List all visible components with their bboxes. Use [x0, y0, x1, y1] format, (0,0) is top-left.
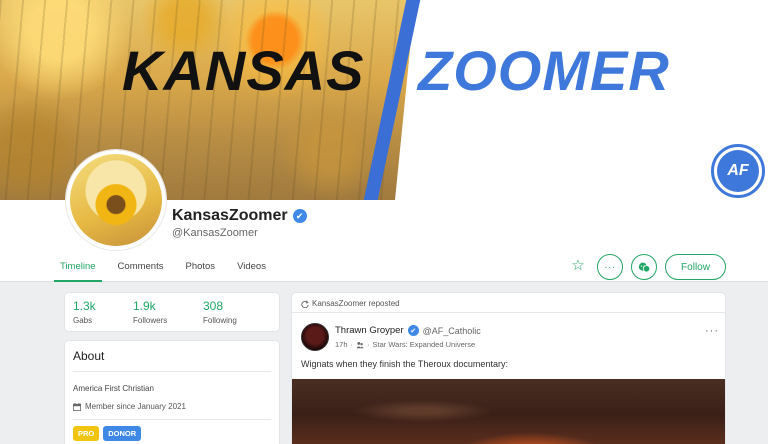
af-logo: AF: [711, 144, 765, 198]
tab-comments[interactable]: Comments: [118, 252, 164, 282]
stat-followers-label: Followers: [133, 316, 168, 325]
group-icon: [356, 341, 364, 348]
post-author: Thrawn Groyper ✔ @AF_Catholic: [335, 325, 481, 336]
repost-icon: [301, 299, 309, 308]
about-title: About: [73, 349, 105, 363]
more-icon: ···: [604, 261, 616, 273]
post-time[interactable]: 17h: [335, 340, 348, 349]
about-divider: [73, 371, 271, 372]
member-since-text: Member since January 2021: [85, 402, 186, 411]
about-divider-2: [73, 419, 271, 420]
post-more-button[interactable]: ···: [705, 325, 719, 337]
donor-badge[interactable]: DONOR: [103, 426, 142, 441]
stat-followers[interactable]: 1.9k Followers: [133, 299, 203, 325]
post-author-name[interactable]: Thrawn Groyper: [335, 325, 404, 336]
profile-avatar[interactable]: [66, 150, 166, 250]
about-bio: America First Christian: [73, 384, 154, 393]
verified-icon: ✔: [407, 325, 419, 336]
stat-followers-value: 1.9k: [133, 299, 156, 313]
banner-title-kansas: KANSAS: [122, 39, 365, 102]
star-icon[interactable]: ☆: [570, 258, 586, 274]
about-card: About America First Christian Member sin…: [64, 340, 280, 444]
tab-videos[interactable]: Videos: [237, 252, 266, 282]
post-text: Wignats when they finish the Theroux doc…: [301, 359, 508, 369]
profile-handle: @KansasZoomer: [172, 227, 258, 239]
stat-following[interactable]: 308 Following: [203, 299, 263, 325]
stats-card: 1.3k Gabs 1.9k Followers 308 Following: [64, 292, 280, 332]
repost-divider: [292, 312, 725, 313]
member-since: Member since January 2021: [73, 402, 271, 411]
meta-separator-2: ·: [367, 340, 370, 349]
banner-title-zoomer: ZOOMER: [418, 39, 670, 102]
post-card: KansasZoomer reposted Thrawn Groyper ✔ @…: [291, 292, 726, 444]
pro-badge[interactable]: PRO: [73, 426, 100, 441]
badges: PRO DONOR: [73, 426, 271, 441]
display-name-text: KansasZoomer: [172, 207, 288, 224]
post-author-handle[interactable]: @AF_Catholic: [423, 326, 481, 336]
stat-following-label: Following: [203, 316, 237, 325]
chat-icon: [638, 262, 650, 272]
post-meta: 17h · · Star Wars: Expanded Universe: [335, 340, 475, 349]
calendar-icon: [73, 402, 81, 411]
repost-label: KansasZoomer reposted: [312, 299, 400, 308]
chat-button[interactable]: [631, 254, 657, 280]
tab-timeline[interactable]: Timeline: [54, 252, 102, 282]
profile-display-name: KansasZoomer ✔: [172, 207, 307, 225]
repost-line: KansasZoomer reposted: [301, 299, 400, 308]
post-group[interactable]: Star Wars: Expanded Universe: [373, 340, 476, 349]
meta-separator: ·: [350, 340, 354, 349]
tab-photos[interactable]: Photos: [185, 252, 215, 282]
stat-gabs-value: 1.3k: [73, 299, 96, 313]
verified-icon: ✔: [292, 209, 307, 223]
stat-gabs[interactable]: 1.3k Gabs: [73, 299, 133, 325]
more-options-button[interactable]: ···: [597, 254, 623, 280]
profile-tabs: Timeline Comments Photos Videos: [54, 252, 288, 282]
post-author-avatar[interactable]: [301, 323, 329, 351]
af-logo-text: AF: [717, 150, 759, 192]
post-media-image[interactable]: [292, 379, 725, 444]
stat-following-value: 308: [203, 299, 224, 313]
follow-button[interactable]: Follow: [665, 254, 726, 280]
stat-gabs-label: Gabs: [73, 316, 93, 325]
